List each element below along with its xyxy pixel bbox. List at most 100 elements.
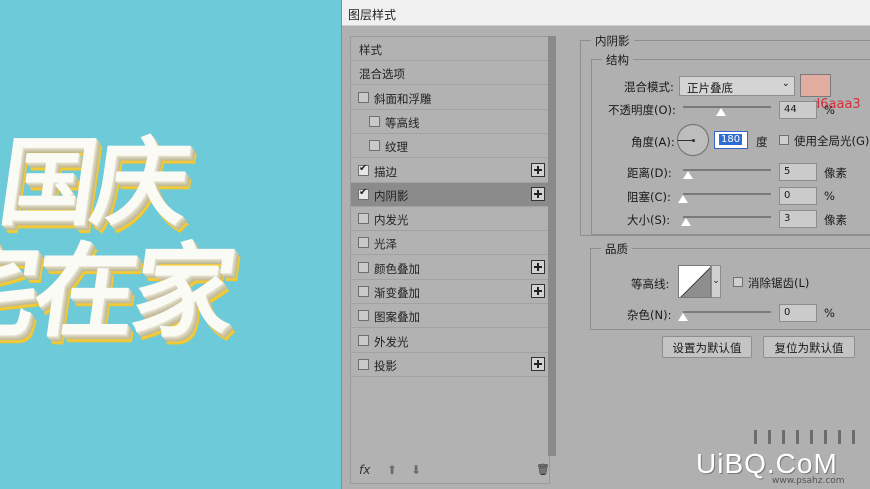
style-item-label: 图案叠加 [374,310,420,325]
choke-unit: % [824,189,835,203]
structure-title: 结构 [602,52,633,68]
noise-slider-thumb[interactable] [678,313,688,321]
move-up-icon[interactable]: ⬆ [387,463,397,477]
style-item-label: 等高线 [385,115,420,130]
watermark-bar [852,430,855,444]
style-item-checkbox[interactable] [358,334,369,346]
style-item-checkbox[interactable] [358,310,369,322]
angle-dial-needle [678,140,693,141]
global-light-checkbox[interactable] [779,135,789,145]
style-item[interactable]: 外发光 [351,329,549,353]
style-item-label: 内阴影 [374,188,409,203]
quality-title: 品质 [601,241,632,257]
artwork-text-line2: 宅在家 [0,233,240,352]
noise-slider-track[interactable] [683,311,771,313]
style-item[interactable]: 等高线 [351,110,549,134]
style-item-label: 斜面和浮雕 [374,91,432,106]
reset-default-button[interactable]: 复位为默认值 [763,336,855,358]
style-item-label: 描边 [374,164,397,179]
style-item-checkbox[interactable] [358,91,369,103]
style-item[interactable]: 描边 [351,159,549,183]
noise-label: 杂色(N): [627,308,672,322]
style-item-checkbox[interactable] [358,286,369,297]
global-light-label: 使用全局光(G) [794,134,870,148]
style-item[interactable]: 光泽 [351,231,549,256]
size-label: 大小(S): [627,213,671,227]
color-annotation: d6aaa3 [812,97,861,112]
size-slider-thumb[interactable] [681,218,691,226]
watermark-bar [810,430,813,444]
screen: 国庆 宅在家 图层样式 样式混合选项斜面和浮雕等高线纹理描边内阴影内发光光泽颜色… [0,0,870,489]
angle-dial[interactable] [677,124,709,156]
dialog-title: 图层样式 [348,8,397,22]
blend-mode-value: 正片叠底 [687,81,733,95]
choke-slider-thumb[interactable] [678,195,688,203]
add-instance-icon[interactable] [531,259,545,274]
style-item[interactable]: 渐变叠加 [351,280,549,304]
style-item[interactable]: 投影 [351,353,549,377]
antialias-checkbox[interactable] [733,277,743,287]
add-instance-icon[interactable] [531,162,545,177]
style-item[interactable]: 内发光 [351,207,549,232]
distance-unit: 像素 [824,166,847,180]
style-item[interactable]: 样式 [351,37,549,61]
distance-input[interactable]: 5 [779,163,817,181]
fx-menu-button[interactable]: fx [359,463,370,477]
distance-slider-track[interactable] [683,169,771,171]
style-item-checkbox[interactable] [358,187,369,200]
add-instance-icon[interactable] [531,186,545,201]
move-down-icon[interactable]: ⬇ [411,463,421,477]
styles-list: 样式混合选项斜面和浮雕等高线纹理描边内阴影内发光光泽颜色叠加渐变叠加图案叠加外发… [350,36,550,484]
dialog-titlebar[interactable]: 图层样式 [342,0,870,26]
styles-list-scrollbar[interactable] [548,36,556,456]
add-instance-icon[interactable] [531,284,545,298]
size-input[interactable]: 3 [779,210,817,228]
watermark-bars [754,430,864,444]
style-item-checkbox[interactable] [369,140,380,152]
contour-dropdown-icon[interactable]: ⌄ [711,265,721,298]
shadow-color-swatch[interactable] [800,74,831,97]
opacity-slider-track[interactable] [683,106,771,108]
style-item-checkbox[interactable] [358,163,369,176]
angle-label: 角度(A): [631,135,675,149]
style-item[interactable]: 混合选项 [351,61,549,86]
style-item[interactable]: 纹理 [351,134,549,159]
style-item[interactable]: 内阴影 [351,182,549,207]
blend-mode-select[interactable]: 正片叠底 ⌄ [679,76,795,96]
watermark-bar [838,430,841,444]
style-item-checkbox[interactable] [369,115,380,127]
style-item-label: 光泽 [374,237,397,252]
noise-unit: % [824,306,835,320]
style-item-checkbox[interactable] [358,213,369,225]
style-item[interactable]: 图案叠加 [351,304,549,329]
angle-input[interactable]: 180 [714,131,748,149]
watermark-bar [768,430,771,444]
style-item[interactable]: 颜色叠加 [351,256,549,280]
contour-label: 等高线: [631,277,670,291]
contour-picker[interactable] [678,265,711,298]
distance-slider-thumb[interactable] [683,171,693,179]
choke-input[interactable]: 0 [779,187,817,205]
style-item-label: 外发光 [374,334,409,349]
trash-icon[interactable]: 🗑 [536,463,550,476]
choke-label: 阻塞(C): [627,190,671,204]
add-instance-icon[interactable] [531,356,545,371]
make-default-button[interactable]: 设置为默认值 [662,336,752,358]
opacity-slider-thumb[interactable] [716,108,726,116]
choke-slider-track[interactable] [683,193,771,195]
noise-input[interactable]: 0 [779,304,817,322]
style-item-checkbox[interactable] [358,261,369,273]
opacity-input[interactable]: 44 [779,101,817,119]
watermark-bar [754,430,757,444]
document-canvas[interactable]: 国庆 宅在家 [0,0,343,489]
style-item-label: 颜色叠加 [374,261,420,276]
style-item-checkbox[interactable] [358,237,369,249]
style-item[interactable]: 斜面和浮雕 [351,86,549,110]
style-item-checkbox[interactable] [358,358,369,370]
size-slider-track[interactable] [683,216,771,218]
style-item-label: 样式 [359,43,382,57]
style-item-label: 内发光 [374,213,409,228]
antialias-label: 消除锯齿(L) [748,276,810,290]
watermark-bar [782,430,785,444]
inner-shadow-title: 内阴影 [591,33,634,49]
